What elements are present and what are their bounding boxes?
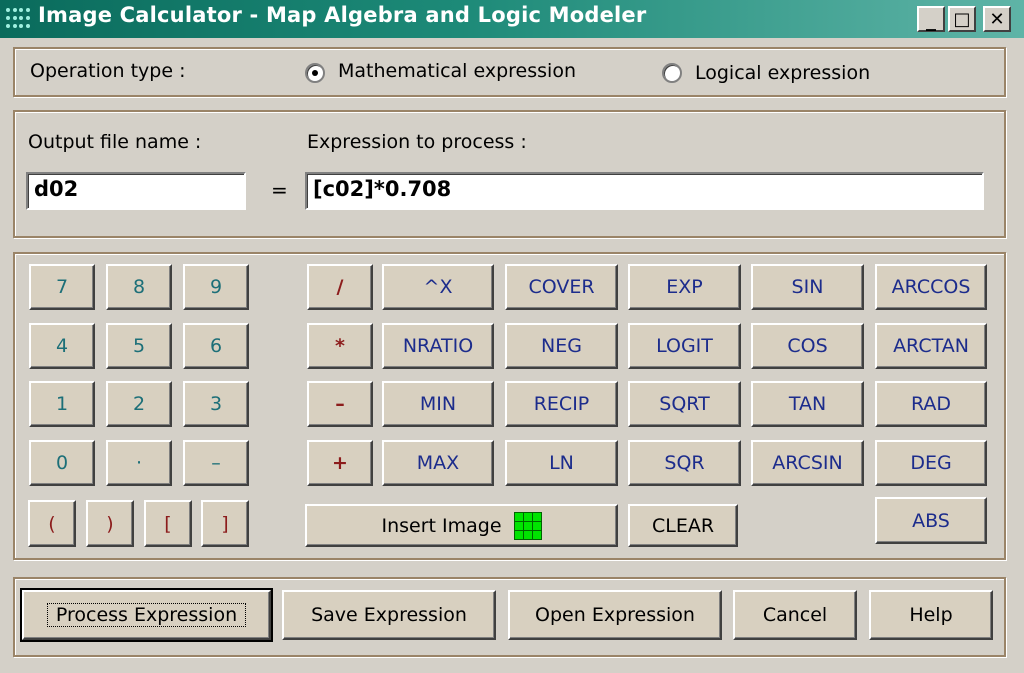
key-1[interactable]: 1: [29, 381, 95, 427]
key-multiply[interactable]: *: [307, 323, 373, 369]
expression-label: Expression to process :: [307, 131, 527, 153]
open-expression-button[interactable]: Open Expression: [508, 590, 722, 640]
func-sin[interactable]: SIN: [751, 264, 864, 310]
window-title: Image Calculator - Map Algebra and Logic…: [38, 3, 647, 27]
func-arcsin[interactable]: ARCSIN: [751, 440, 864, 486]
key-2[interactable]: 2: [106, 381, 172, 427]
math-expression-label[interactable]: Mathematical expression: [338, 60, 576, 82]
maximize-button[interactable]: □: [948, 6, 976, 32]
close-button[interactable]: ✕: [983, 6, 1011, 32]
func-nratio[interactable]: NRATIO: [382, 323, 494, 369]
process-expression-label: Process Expression: [46, 603, 247, 627]
operation-type-label: Operation type :: [30, 60, 186, 82]
key-7[interactable]: 7: [29, 264, 95, 310]
raster-grid-icon: [513, 511, 542, 540]
func-arccos[interactable]: ARCCOS: [875, 264, 987, 310]
func-ln[interactable]: LN: [505, 440, 618, 486]
key-3[interactable]: 3: [183, 381, 249, 427]
func-min[interactable]: MIN: [382, 381, 494, 427]
key-5[interactable]: 5: [106, 323, 172, 369]
expression-input[interactable]: [c02]*0.708: [305, 172, 984, 210]
key-close-paren[interactable]: ): [86, 500, 134, 547]
abs-button[interactable]: ABS: [875, 497, 987, 544]
save-expression-button[interactable]: Save Expression: [282, 590, 496, 640]
func-cos[interactable]: COS: [751, 323, 864, 369]
key-8[interactable]: 8: [106, 264, 172, 310]
math-expression-radio[interactable]: [305, 63, 325, 83]
func-rad[interactable]: RAD: [875, 381, 987, 427]
minimize-button[interactable]: _: [917, 6, 945, 32]
key-subtract[interactable]: –: [307, 381, 373, 427]
key-9[interactable]: 9: [183, 264, 249, 310]
equals-sign: =: [271, 178, 288, 202]
key-minus[interactable]: –: [183, 440, 249, 486]
key-decimal-point[interactable]: ·: [106, 440, 172, 486]
app-grid-icon: [6, 8, 30, 30]
key-4[interactable]: 4: [29, 323, 95, 369]
clear-button[interactable]: CLEAR: [628, 504, 738, 547]
output-file-label: Output file name :: [28, 131, 202, 153]
help-button[interactable]: Help: [869, 590, 993, 640]
func-arctan[interactable]: ARCTAN: [875, 323, 987, 369]
key-add[interactable]: +: [307, 440, 373, 486]
logical-expression-label[interactable]: Logical expression: [695, 62, 870, 84]
insert-image-label: Insert Image: [381, 514, 502, 537]
func-logit[interactable]: LOGIT: [628, 323, 741, 369]
func-max[interactable]: MAX: [382, 440, 494, 486]
key-open-bracket[interactable]: [: [144, 500, 192, 547]
func-exp[interactable]: EXP: [628, 264, 741, 310]
process-expression-button[interactable]: Process Expression: [20, 588, 273, 642]
key-6[interactable]: 6: [183, 323, 249, 369]
cancel-button[interactable]: Cancel: [733, 590, 857, 640]
func-tan[interactable]: TAN: [751, 381, 864, 427]
logical-expression-radio[interactable]: [662, 63, 682, 83]
insert-image-button[interactable]: Insert Image: [305, 504, 618, 547]
key-open-paren[interactable]: (: [28, 500, 76, 547]
func-neg[interactable]: NEG: [505, 323, 618, 369]
func-sqrt[interactable]: SQRT: [628, 381, 741, 427]
key-divide[interactable]: /: [307, 264, 373, 310]
key-0[interactable]: 0: [29, 440, 95, 486]
func-cover[interactable]: COVER: [505, 264, 618, 310]
func-deg[interactable]: DEG: [875, 440, 987, 486]
key-close-bracket[interactable]: ]: [201, 500, 249, 547]
output-file-input[interactable]: d02: [26, 172, 246, 210]
func-xpower[interactable]: ^X: [382, 264, 494, 310]
func-sqr[interactable]: SQR: [628, 440, 741, 486]
func-recip[interactable]: RECIP: [505, 381, 618, 427]
